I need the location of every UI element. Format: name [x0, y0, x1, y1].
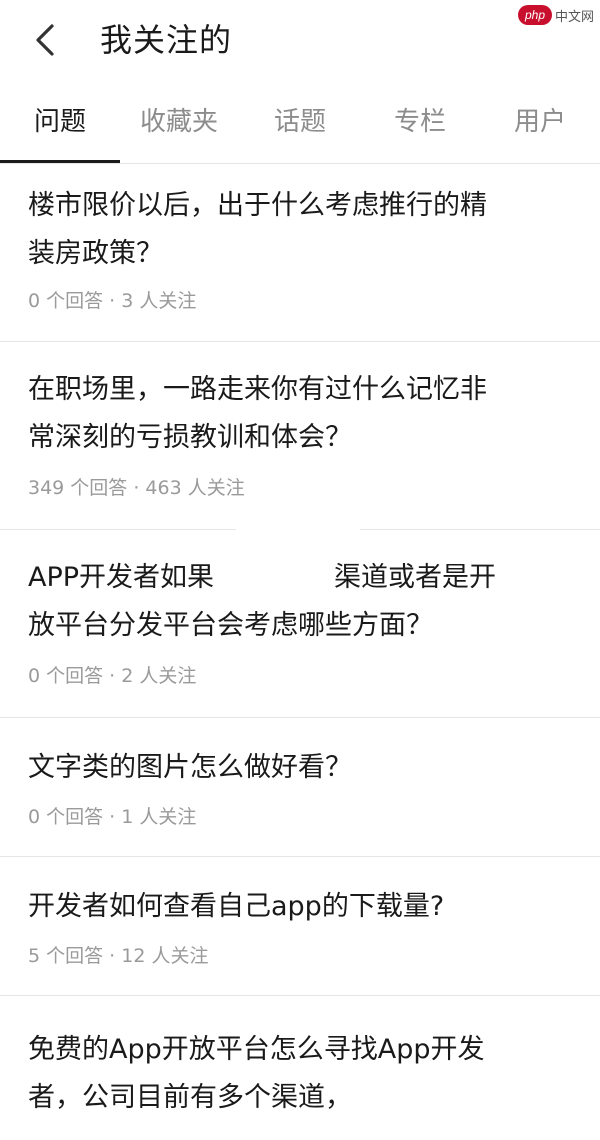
- watermark-text: 中文网: [554, 9, 594, 25]
- item-title-part: 渠道或者是开: [334, 562, 497, 593]
- header-bar: 我关注的 php 中文网: [0, 0, 600, 82]
- watermark-logo: php: [517, 5, 552, 25]
- item-meta: 0 个回答 · 2 人关注: [28, 665, 197, 687]
- item-title: 楼市限价以后，出于什么考虑推行的精 装房政策？: [28, 182, 576, 278]
- item-title-part: APP开发者如果: [28, 562, 215, 593]
- item-title-line: APP开发者如果 渠道或者是开: [28, 554, 576, 602]
- item-title: 免费的App开放平台怎么寻找App开发 者，公司目前有多个渠道，: [28, 1026, 576, 1122]
- item-title-line: 者，公司目前有多个渠道，: [28, 1082, 352, 1113]
- list-item[interactable]: 楼市限价以后，出于什么考虑推行的精 装房政策？ 0 个回答 · 3 人关注: [0, 164, 600, 342]
- item-title-line: 免费的App开放平台怎么寻找App开发: [28, 1034, 485, 1065]
- watermark: php 中文网: [517, 4, 594, 26]
- item-title: 在职场里，一路走来你有过什么记忆非 常深刻的亏损教训和体会？: [28, 366, 576, 462]
- list-item[interactable]: 开发者如何查看自己app的下载量? 5 个回答 · 12 人关注: [0, 857, 600, 996]
- item-title: 文字类的图片怎么做好看？: [28, 752, 352, 783]
- item-title: APP开发者如果 渠道或者是开 放平台分发平台会考虑哪些方面？: [28, 554, 576, 650]
- list-item[interactable]: 在职场里，一路走来你有过什么记忆非 常深刻的亏损教训和体会？ 349 个回答 ·…: [0, 342, 600, 530]
- item-meta: 5 个回答 · 12 人关注: [28, 945, 209, 967]
- divider-gap: [236, 527, 360, 533]
- page-title: 我关注的: [100, 21, 233, 59]
- item-meta: 0 个回答 · 1 人关注: [28, 806, 197, 828]
- list-item[interactable]: APP开发者如果 渠道或者是开 放平台分发平台会考虑哪些方面？ 0 个回答 · 2…: [0, 527, 600, 718]
- item-meta: 349 个回答 · 463 人关注: [28, 477, 245, 499]
- item-title-line: 放平台分发平台会考虑哪些方面？: [28, 610, 433, 641]
- active-tab-indicator: [0, 160, 120, 163]
- page: 我关注的 php 中文网 问题 收藏夹 话题 专栏 用户 楼市限价以后，出于什么…: [0, 0, 600, 1140]
- item-title-line: 常深刻的亏损教训和体会？: [28, 422, 352, 453]
- list-item[interactable]: 文字类的图片怎么做好看？ 0 个回答 · 1 人关注: [0, 718, 600, 857]
- tab-questions[interactable]: 问题: [34, 104, 86, 140]
- list-item[interactable]: 免费的App开放平台怎么寻找App开发 者，公司目前有多个渠道，: [0, 996, 600, 1140]
- item-title-line: 装房政策？: [28, 238, 163, 269]
- tab-favorites[interactable]: 收藏夹: [140, 104, 218, 140]
- item-title-line: 楼市限价以后，出于什么考虑推行的精: [28, 190, 487, 221]
- tab-bar: 问题 收藏夹 话题 专栏 用户: [0, 82, 600, 164]
- item-title: 开发者如何查看自己app的下载量?: [28, 891, 445, 922]
- tab-columns[interactable]: 专栏: [394, 104, 446, 140]
- item-title-line: 在职场里，一路走来你有过什么记忆非: [28, 374, 487, 405]
- tab-users[interactable]: 用户: [514, 104, 566, 140]
- item-meta: 0 个回答 · 3 人关注: [28, 290, 197, 312]
- tab-topics[interactable]: 话题: [274, 104, 326, 140]
- back-chevron-icon[interactable]: [30, 22, 60, 58]
